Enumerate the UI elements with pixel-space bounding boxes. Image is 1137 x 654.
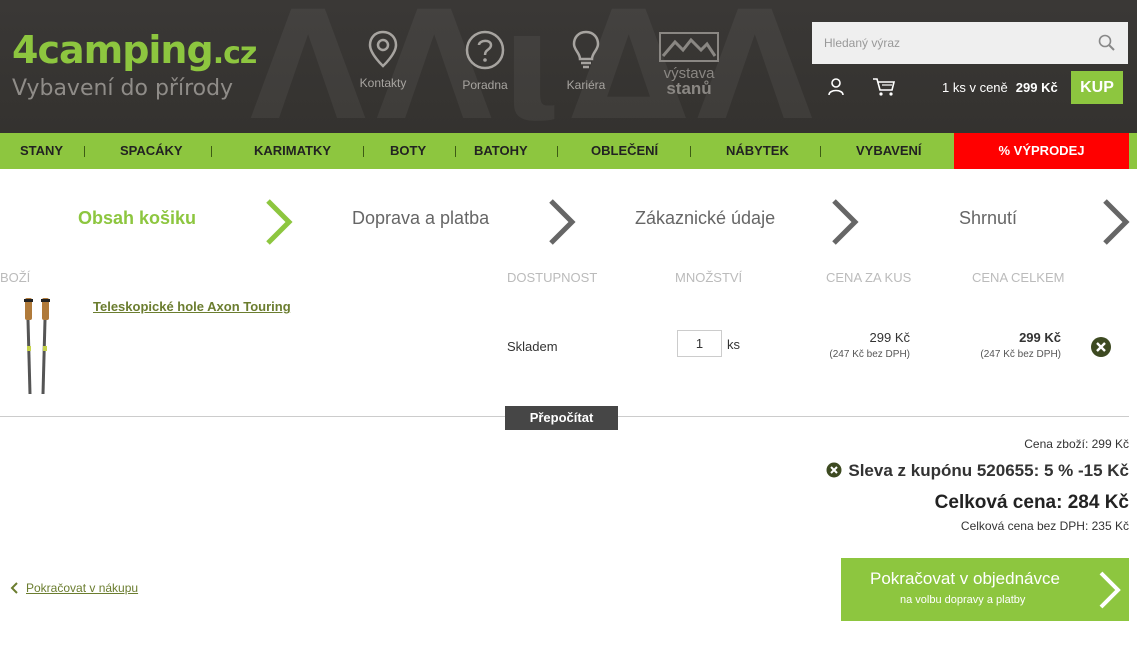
- total-price-summary: Celková cena: 284 Kč: [934, 492, 1129, 513]
- nav-separator: [211, 146, 212, 157]
- nav-item-backpacks[interactable]: BATOHY: [474, 133, 528, 169]
- column-header-product: ZBOŽÍ: [0, 270, 31, 285]
- header-link-advice[interactable]: Poradna: [445, 30, 525, 92]
- header-link-label: Kontakty: [359, 76, 407, 90]
- coupon-text: Sleva z kupónu 520655: 5 % -15 Kč: [848, 461, 1129, 480]
- exhibition-label-2: stanů: [666, 79, 712, 98]
- search-icon[interactable]: [1098, 34, 1116, 52]
- question-icon: [465, 30, 505, 70]
- site-logo[interactable]: 4camping.cz Vybavení do přírody: [12, 28, 257, 101]
- coupon-discount: Sleva z kupónu 520655: 5 % -15 Kč: [826, 461, 1129, 481]
- step-arrow-icon: [549, 199, 576, 245]
- user-icon[interactable]: [828, 78, 844, 96]
- nav-separator: [455, 146, 456, 157]
- mountain-icon: [659, 32, 719, 62]
- lightbulb-icon: [572, 30, 600, 69]
- cart-icon[interactable]: [872, 77, 896, 97]
- header-link-career[interactable]: Kariéra: [546, 30, 626, 92]
- nav-item-furniture[interactable]: NÁBYTEK: [726, 133, 789, 169]
- nav-separator: [557, 146, 558, 157]
- recalculate-button[interactable]: Přepočítat: [505, 406, 618, 430]
- nav-item-sale[interactable]: % VÝPRODEJ: [954, 133, 1129, 169]
- nav-item-mats[interactable]: KARIMATKY: [254, 133, 331, 169]
- total-price: 299 Kč: [1019, 330, 1061, 345]
- search-box: [812, 22, 1128, 64]
- tent-exhibition-link[interactable]: výstava stanů: [657, 32, 721, 97]
- product-image[interactable]: [18, 296, 58, 398]
- column-header-unit-price: CENA ZA KUS: [826, 270, 912, 285]
- nav-separator: [84, 146, 85, 157]
- product-name-link[interactable]: Teleskopické hole Axon Touring: [93, 299, 291, 314]
- step-arrow-icon: [832, 199, 859, 245]
- step-summary: Shrnutí: [959, 208, 1018, 228]
- cart-quantity: 1 ks v ceně: [942, 80, 1008, 95]
- continue-shopping-label: Pokračovat v nákupu: [26, 581, 139, 595]
- unit-price-cell: 299 Kč (247 Kč bez DPH): [770, 330, 910, 360]
- step-customer-details: Zákaznické údaje: [635, 208, 776, 228]
- header-background-pattern: ΛΛιΔΛ: [250, 0, 823, 133]
- continue-shopping-link[interactable]: Pokračovat v nákupu: [10, 581, 138, 595]
- column-header-quantity: MNOŽSTVÍ: [675, 270, 743, 285]
- chevron-right-icon: [1099, 571, 1121, 609]
- nav-item-shoes[interactable]: BOTY: [390, 133, 426, 169]
- step-arrow-icon: [1103, 199, 1130, 245]
- header-link-label: Poradna: [462, 78, 508, 92]
- header-link-label: Kariéra: [566, 78, 606, 92]
- unit-price-net: (247 Kč bez DPH): [829, 349, 910, 360]
- product-availability: Skladem: [507, 339, 558, 354]
- nav-separator: [363, 146, 364, 157]
- cart-summary[interactable]: 1 ks v ceně 299 Kč: [942, 80, 1058, 95]
- quantity-unit: ks: [727, 337, 740, 352]
- nav-item-equipment[interactable]: VYBAVENÍ: [856, 133, 922, 169]
- logo-tagline: Vybavení do přírody: [12, 76, 234, 101]
- unit-price: 299 Kč: [869, 330, 910, 345]
- nav-item-clothing[interactable]: OBLEČENÍ: [591, 133, 658, 169]
- step-shipping-payment: Doprava a platba: [352, 208, 490, 228]
- total-price-net: (247 Kč bez DPH): [980, 349, 1061, 360]
- nav-item-sleeping-bags[interactable]: SPACÁKY: [120, 133, 183, 169]
- chevron-left-icon: [10, 582, 18, 594]
- buy-button[interactable]: KUP: [1071, 71, 1123, 104]
- remove-item-icon[interactable]: [1090, 336, 1112, 358]
- cart-price: 299 Kč: [1015, 80, 1058, 95]
- goods-price: Cena zboží: 299 Kč: [1024, 437, 1129, 451]
- step-arrow-icon: [266, 199, 293, 245]
- search-input[interactable]: [812, 22, 1092, 64]
- cart-bar: 1 ks v ceně 299 Kč KUP: [812, 66, 1128, 108]
- step-cart-contents: Obsah košiku: [78, 208, 197, 228]
- nav-separator: [820, 146, 821, 157]
- location-pin-icon: [368, 30, 398, 68]
- nav-item-tents[interactable]: STANY: [20, 133, 63, 169]
- quantity-input[interactable]: [677, 330, 722, 357]
- column-header-total-price: CENA CELKEM: [972, 270, 1065, 285]
- nav-separator: [690, 146, 691, 157]
- logo-wordmark: 4camping.cz: [12, 28, 257, 72]
- header-link-contacts[interactable]: Kontakty: [343, 30, 423, 90]
- site-header: ΛΛιΔΛ 4camping.cz Vybavení do přírody Ko…: [0, 0, 1137, 133]
- total-price-cell: 299 Kč (247 Kč bez DPH): [921, 330, 1061, 360]
- continue-order-subtitle: na volbu dopravy a platby: [900, 594, 1026, 606]
- main-navigation: STANY SPACÁKY KARIMATKY BOTY BATOHY OBLE…: [0, 133, 1137, 169]
- column-header-availability: DOSTUPNOST: [507, 270, 598, 285]
- continue-order-title: Pokračovat v objednávce: [870, 569, 1060, 588]
- continue-order-button[interactable]: Pokračovat v objednávce na volbu dopravy…: [841, 558, 1129, 621]
- total-price-net-summary: Celková cena bez DPH: 235 Kč: [960, 519, 1129, 533]
- remove-coupon-icon[interactable]: [826, 462, 842, 478]
